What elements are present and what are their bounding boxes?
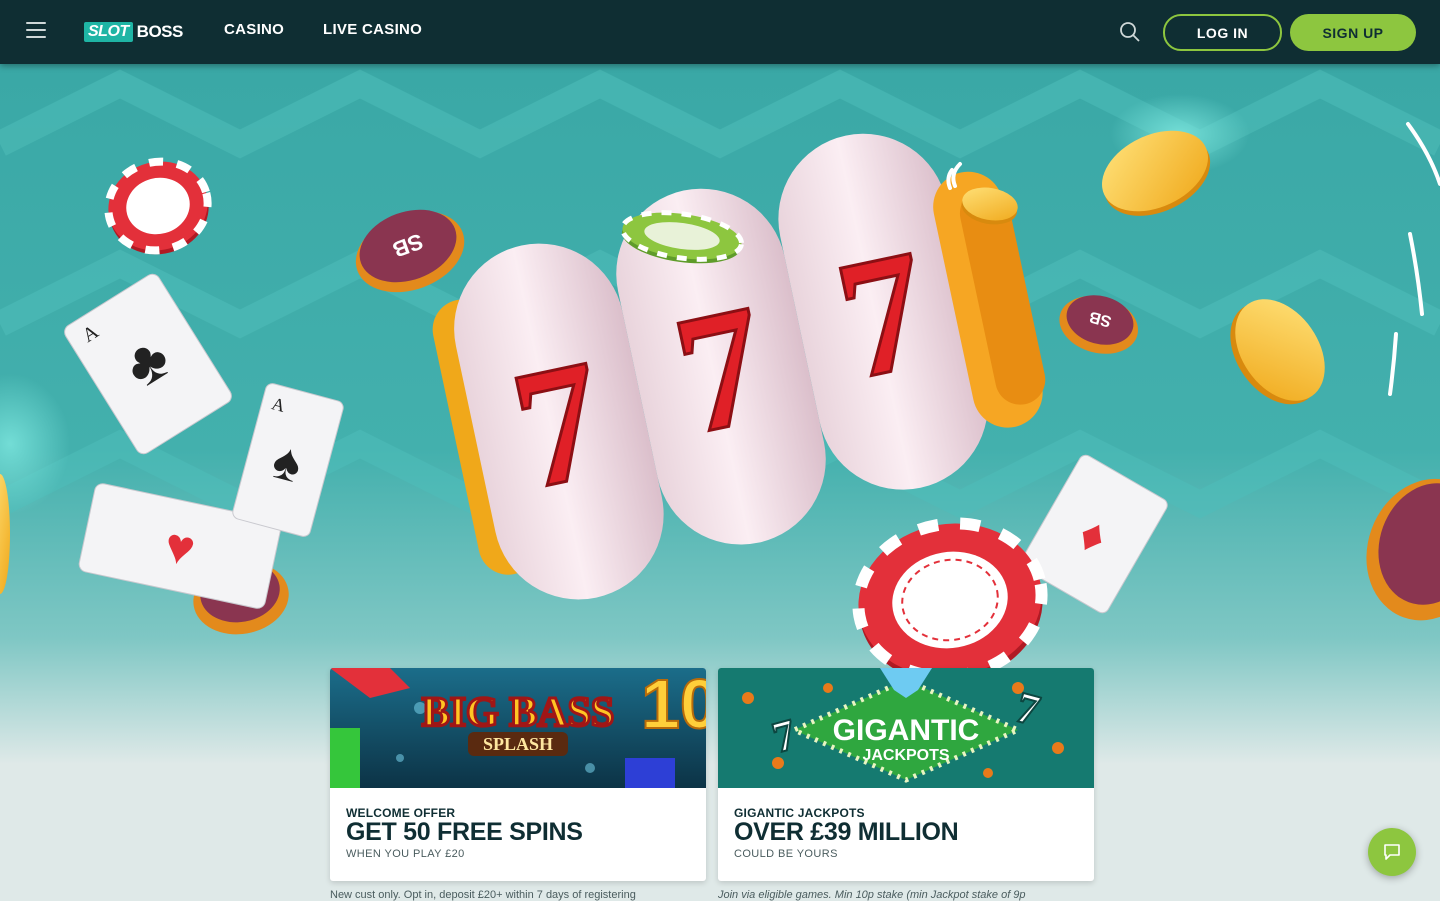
promo-subtext: COULD BE YOURS (734, 848, 838, 860)
top-navigation: SLOT BOSS CASINO LIVE CASINO LOG IN SIGN… (0, 0, 1440, 64)
promo-image-subtitle: SPLASH (483, 734, 553, 754)
promo-card-gigantic-jackpots[interactable]: GIGANTIC JACKPOTS 7 7 GIGANTIC JACKPOTS … (718, 668, 1094, 881)
promo-subtext: WHEN YOU PLAY £20 (346, 848, 465, 860)
hero-illustration: SB SB SB A ♣ ♥ A ♠ (0, 69, 1440, 683)
promo-badge-10: 10 (641, 668, 706, 743)
live-chat-button[interactable] (1368, 828, 1416, 876)
promo-image-title: BIG BASS (422, 690, 615, 736)
promo-image-subtitle: JACKPOTS (862, 747, 949, 764)
nav-link-casino[interactable]: CASINO (224, 21, 284, 38)
hero-banner: SB SB SB A ♣ ♥ A ♠ (0, 64, 1440, 764)
promo-headline: GET 50 FREE SPINS (346, 818, 583, 846)
hamburger-icon[interactable] (26, 22, 46, 40)
promo-image-gigantic-jackpots[interactable]: GIGANTIC JACKPOTS 7 7 (718, 668, 1094, 788)
playing-card-spades: A ♠ (232, 383, 344, 537)
promo-image-title: GIGANTIC (833, 714, 980, 747)
sb-chip-1: SB (355, 209, 465, 293)
sign-up-button[interactable]: SIGN UP (1290, 14, 1416, 51)
logo-slot: SLOT (84, 22, 133, 42)
promo-terms: Join via eligible games. Min 10p stake (… (718, 889, 1026, 901)
logo-boss: BOSS (136, 22, 184, 41)
promo-terms: New cust only. Opt in, deposit £20+ with… (330, 889, 636, 901)
promo-card-welcome-offer[interactable]: 10 BIG BASS SPLASH WELCOME OFFER GET 50 … (330, 668, 706, 881)
nav-link-live-casino[interactable]: LIVE CASINO (323, 21, 422, 38)
poker-chip-red (104, 157, 212, 255)
promo-headline: OVER £39 MILLION (734, 818, 959, 846)
search-icon[interactable] (1119, 21, 1141, 43)
slot-boss-logo[interactable]: SLOT BOSS (84, 21, 183, 43)
log-in-button[interactable]: LOG IN (1163, 14, 1282, 51)
promo-image-big-bass-splash[interactable]: 10 BIG BASS SPLASH (330, 668, 706, 788)
chat-icon (1384, 844, 1400, 860)
